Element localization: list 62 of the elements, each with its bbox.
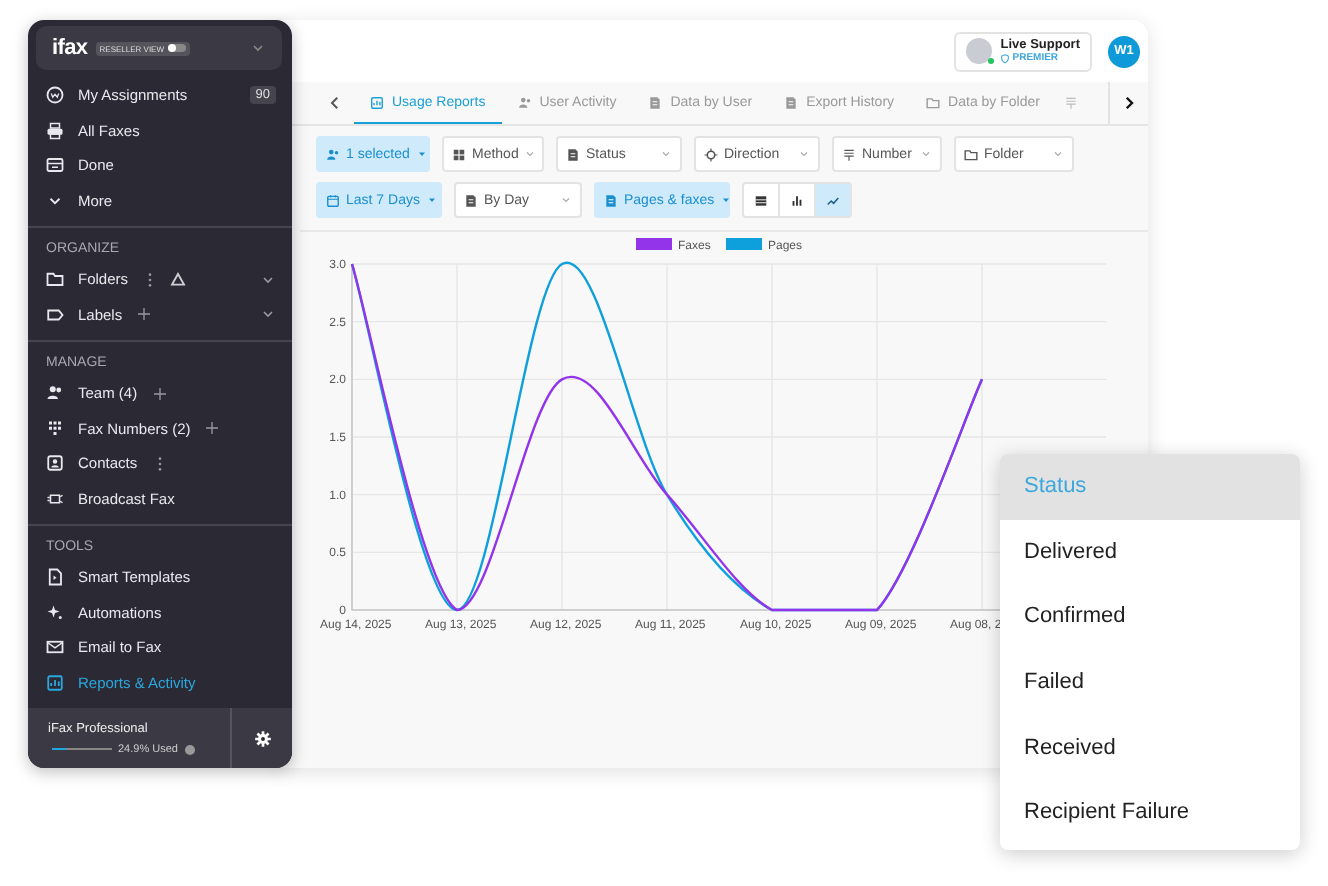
- sparkle-icon: [46, 603, 64, 622]
- sheet-icon: [604, 193, 618, 207]
- broadcast-icon: [46, 489, 64, 508]
- document-icon: [46, 568, 64, 587]
- envelope-icon: [46, 638, 64, 657]
- shield-icon: [1000, 53, 1011, 63]
- chevron-right-icon: [1120, 94, 1138, 112]
- chevron-icon: [660, 148, 672, 160]
- menu-option[interactable]: Received: [1000, 714, 1300, 780]
- chevron-icon: [250, 40, 266, 56]
- target-icon: [704, 147, 718, 161]
- menu-option[interactable]: Recipient Failure: [1000, 779, 1300, 846]
- tray-icon: [46, 156, 64, 175]
- report-icon: [370, 95, 384, 109]
- list-icon: [842, 147, 856, 161]
- line-chart-icon: [826, 193, 840, 207]
- menu-option[interactable]: Delivered: [1000, 519, 1300, 585]
- toggle-switch[interactable]: [168, 44, 186, 52]
- list-icon: [1063, 96, 1078, 110]
- logo: ifax: [52, 36, 88, 60]
- contact-card-icon: [46, 454, 64, 473]
- info-icon: [183, 743, 196, 755]
- settings-icon: [253, 729, 271, 747]
- plus-icon: [136, 306, 153, 323]
- avatar: [966, 38, 993, 64]
- calendar-icon: [326, 193, 340, 207]
- sheet-icon: [784, 95, 799, 109]
- folder-icon: [964, 147, 978, 161]
- chevron-icon: [798, 148, 810, 160]
- chevron-left-icon: [326, 94, 344, 112]
- chevron-icon: [1052, 148, 1064, 160]
- folder-icon: [46, 270, 64, 289]
- chevron-icon: [560, 194, 572, 206]
- sheet-icon: [648, 95, 663, 109]
- tag-icon: [46, 305, 64, 324]
- menu-option[interactable]: Confirmed: [1000, 584, 1300, 650]
- triangle-icon: [170, 271, 187, 288]
- caret-icon: [415, 148, 428, 160]
- keypad-icon: [46, 419, 64, 438]
- view-switcher[interactable]: [742, 182, 852, 218]
- table-icon: [754, 193, 768, 207]
- view-toggle[interactable]: [816, 184, 850, 216]
- plus-icon: [204, 420, 221, 437]
- people-icon: [46, 384, 64, 403]
- caret-icon: [425, 194, 438, 206]
- plus-icon: [151, 385, 168, 402]
- sheet-icon: [566, 147, 580, 161]
- chevron-icon: [920, 148, 932, 160]
- printer-icon: [46, 121, 64, 140]
- person-icon: [326, 147, 340, 161]
- chevron-icon: [260, 271, 276, 288]
- grid-icon: [452, 147, 466, 161]
- chevron-icon: [524, 148, 537, 160]
- folder-icon: [926, 95, 941, 109]
- badge-icon: [46, 86, 64, 105]
- report-icon: [46, 673, 64, 692]
- bar-chart-icon: [790, 193, 804, 207]
- menu-option[interactable]: Failed: [1000, 649, 1300, 715]
- sheet-icon: [464, 193, 478, 207]
- person-icon: [517, 95, 532, 109]
- chevron-icon: [260, 306, 276, 323]
- caret-icon: [720, 194, 733, 206]
